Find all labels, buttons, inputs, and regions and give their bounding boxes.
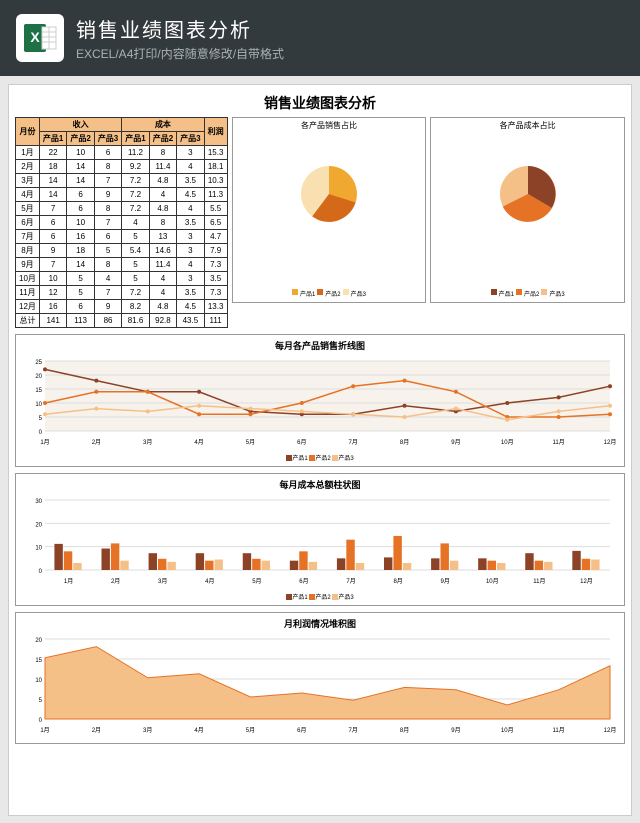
app-header: X 销售业绩图表分析 EXCEL/A4打印/内容随意修改/自带格式 — [0, 0, 640, 76]
svg-text:10: 10 — [35, 546, 42, 552]
svg-text:6月: 6月 — [299, 578, 308, 585]
svg-text:7月: 7月 — [346, 578, 355, 585]
col-profit: 利润 — [204, 118, 227, 146]
pie-chart-icon — [493, 159, 563, 229]
svg-text:20: 20 — [35, 374, 42, 380]
svg-text:8月: 8月 — [400, 439, 409, 446]
svg-text:15: 15 — [35, 658, 42, 664]
svg-text:15: 15 — [35, 388, 42, 394]
svg-text:6月: 6月 — [297, 727, 306, 734]
svg-text:4月: 4月 — [194, 439, 203, 446]
svg-text:X: X — [30, 29, 40, 45]
excel-icon: X — [16, 14, 64, 62]
chart-legend: 产品1 产品2 产品3 — [20, 453, 620, 462]
svg-text:7月: 7月 — [349, 727, 358, 734]
svg-text:9月: 9月 — [451, 439, 460, 446]
svg-text:8月: 8月 — [393, 578, 402, 585]
svg-text:1月: 1月 — [64, 578, 73, 585]
svg-text:0: 0 — [39, 718, 43, 724]
svg-text:2月: 2月 — [92, 727, 101, 734]
area-chart: 月利润情况堆积图 051015201月2月3月4月5月6月7月8月9月10月11… — [15, 612, 625, 744]
area-chart-svg: 0 5 10 15 20 1月 2月 3月 4月 5月 6月 7月 8月 9月 10月 11月 12月 — [20, 634, 620, 734]
svg-text:9月: 9月 — [441, 578, 450, 585]
svg-text:0: 0 — [39, 569, 43, 575]
line-chart-svg: 0 5 10 15 20 25 1月 2月 3月 4月 5月 6月 7月 8月 9月 10月 11月 12月 — [20, 356, 620, 446]
svg-text:25: 25 — [35, 360, 42, 366]
svg-text:12月: 12月 — [580, 578, 593, 585]
svg-text:9月: 9月 — [451, 727, 460, 734]
svg-text:5月: 5月 — [246, 439, 255, 446]
svg-text:10月: 10月 — [486, 578, 499, 585]
svg-text:20: 20 — [35, 522, 42, 528]
svg-text:3月: 3月 — [158, 578, 167, 585]
svg-text:3月: 3月 — [143, 727, 152, 734]
col-cost: 成本 — [122, 118, 204, 132]
svg-text:12月: 12月 — [604, 439, 617, 446]
col-month: 月份 — [16, 118, 40, 146]
svg-text:30: 30 — [35, 499, 42, 505]
svg-text:1月: 1月 — [40, 727, 49, 734]
svg-text:10: 10 — [35, 678, 42, 684]
svg-text:10: 10 — [35, 402, 42, 408]
svg-text:11月: 11月 — [533, 578, 545, 585]
pie-legend: 产品1 产品2 产品3 — [233, 289, 426, 298]
svg-text:5月: 5月 — [246, 727, 255, 734]
svg-text:5: 5 — [39, 416, 43, 422]
svg-text:6月: 6月 — [297, 439, 306, 446]
svg-text:5: 5 — [39, 698, 43, 704]
svg-text:0: 0 — [39, 430, 43, 436]
svg-text:5月: 5月 — [252, 578, 261, 585]
bar-chart-svg: 0 10 20 30 1月 2月 3月 4月 5月 6月 7月 8月 9月 10月 11月 12月 — [20, 495, 620, 585]
svg-text:1月: 1月 — [40, 439, 49, 446]
pie-cost: 各产品成本占比 产品1 产品2 产品3 — [430, 117, 625, 303]
svg-text:10月: 10月 — [501, 439, 514, 446]
svg-text:3月: 3月 — [143, 439, 152, 446]
sheet-title: 销售业绩图表分析 — [15, 93, 625, 113]
line-chart: 每月各产品销售折线图 05101520251月2月3月4月5月6月7月8月9月1… — [15, 334, 625, 467]
pie-chart-icon — [294, 159, 364, 229]
svg-text:2月: 2月 — [92, 439, 101, 446]
pie-sales: 各产品销售占比 产品1 产品2 产品3 — [232, 117, 427, 303]
svg-text:11月: 11月 — [553, 439, 565, 446]
svg-text:11月: 11月 — [553, 727, 565, 734]
header-subtitle: EXCEL/A4打印/内容随意修改/自带格式 — [76, 45, 284, 62]
bar-chart: 每月成本总额柱状图 01020301月2月3月4月5月6月7月8月9月10月11… — [15, 473, 625, 606]
svg-text:10月: 10月 — [501, 727, 514, 734]
col-income: 收入 — [39, 118, 121, 132]
chart-legend: 产品1 产品2 产品3 — [20, 592, 620, 601]
data-table: 月份 收入 成本 利润 产品1产品2产品3 产品1产品2产品3 1月221061… — [15, 117, 228, 328]
header-title: 销售业绩图表分析 — [76, 14, 284, 43]
svg-text:7月: 7月 — [349, 439, 358, 446]
svg-text:12月: 12月 — [604, 727, 617, 734]
svg-text:8月: 8月 — [400, 727, 409, 734]
svg-text:2月: 2月 — [111, 578, 120, 585]
pie-legend: 产品1 产品2 产品3 — [431, 289, 624, 298]
svg-text:4月: 4月 — [194, 727, 203, 734]
excel-sheet: 销售业绩图表分析 月份 收入 成本 利润 产品1产品2产品3 产品1产品2产品3… — [8, 84, 632, 816]
svg-text:4月: 4月 — [205, 578, 214, 585]
svg-text:20: 20 — [35, 638, 42, 644]
